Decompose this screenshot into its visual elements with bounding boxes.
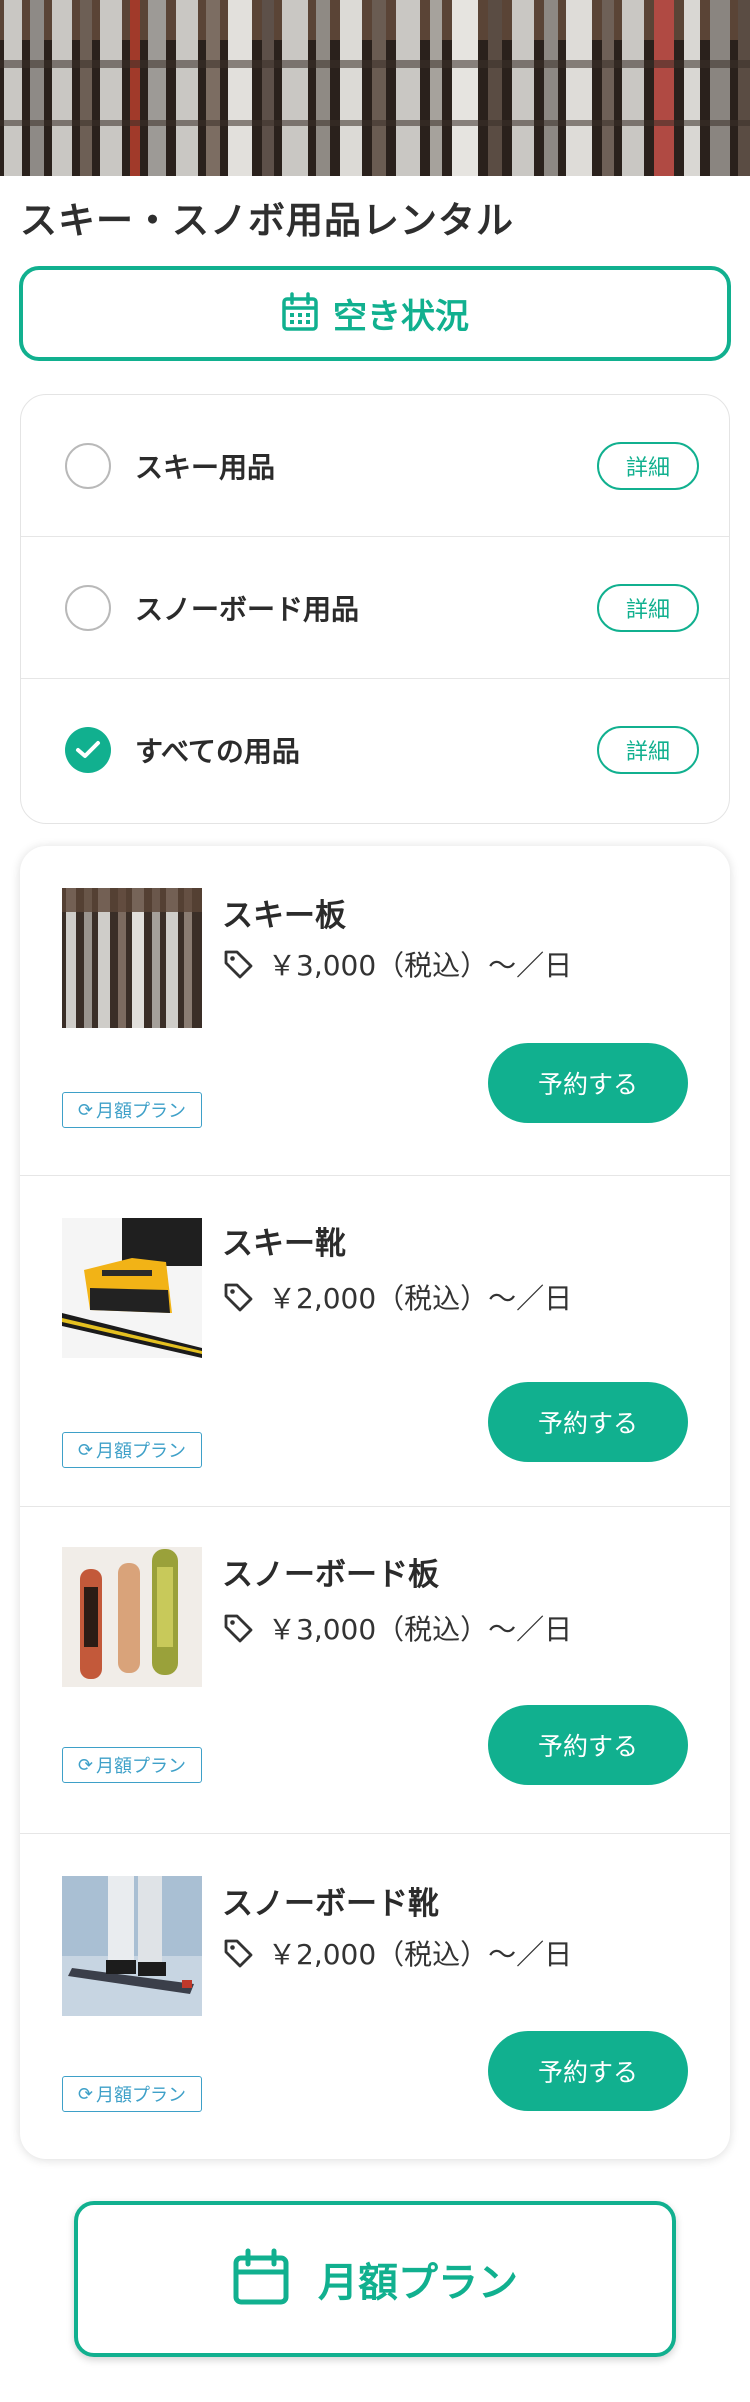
product-thumbnail-snowboarder (62, 1876, 202, 2016)
monthly-plan-badge: ⟳ 月額プラン (62, 1432, 202, 1468)
calendar-icon (232, 2248, 290, 2310)
category-option-all[interactable]: すべての用品 詳細 (21, 679, 729, 821)
page-title: スキー・スノボ用品レンタル (20, 199, 514, 242)
detail-button[interactable]: 詳細 (597, 726, 699, 774)
product-name: スノーボード靴 (222, 1886, 439, 1922)
category-option-ski[interactable]: スキー用品 詳細 (21, 395, 729, 537)
product-list: スキー板 ￥3,000（税込）〜／日 予約する ⟳ 月額プラン スキー靴 ￥2,… (20, 846, 730, 2159)
product-name: スキー靴 (222, 1226, 346, 1262)
product-item: スキー靴 ￥2,000（税込）〜／日 予約する ⟳ 月額プラン (20, 1176, 730, 1507)
category-list: スキー用品 詳細 スノーボード用品 詳細 すべての用品 詳細 (20, 394, 730, 824)
price-tag-icon (224, 950, 253, 979)
price-text: ￥2,000（税込）〜／日 (268, 1938, 573, 1971)
monthly-plan-badge: ⟳ 月額プラン (62, 1747, 202, 1783)
calendar-icon (281, 291, 319, 336)
product-price: ￥3,000（税込）〜／日 (222, 944, 572, 984)
hero-image (0, 0, 750, 176)
availability-button[interactable]: 空き状況 (19, 266, 731, 361)
plan-badge-label: 月額プラン (96, 1756, 187, 1777)
monthly-plan-badge: ⟳ 月額プラン (62, 2076, 202, 2112)
product-item: スキー板 ￥3,000（税込）〜／日 予約する ⟳ 月額プラン (20, 846, 730, 1176)
category-label: スノーボード用品 (135, 592, 360, 626)
reserve-button[interactable]: 予約する (488, 2031, 688, 2111)
reserve-button[interactable]: 予約する (488, 1382, 688, 1462)
plan-badge-label: 月額プラン (96, 2085, 187, 2106)
price-tag-icon (224, 1939, 253, 1968)
category-label: スキー用品 (135, 450, 276, 484)
product-price: ￥3,000（税込）〜／日 (222, 1608, 572, 1648)
repeat-icon: ⟳ (77, 2083, 94, 2105)
product-name: スノーボード板 (222, 1557, 439, 1593)
monthly-plan-label: 月額プラン (318, 2260, 518, 2306)
product-item: スノーボード板 ￥3,000（税込）〜／日 予約する ⟳ 月額プラン (20, 1507, 730, 1834)
product-thumbnail-ski-boot (62, 1218, 202, 1358)
price-tag-icon (224, 1614, 253, 1643)
monthly-plan-button[interactable]: 月額プラン (74, 2201, 676, 2357)
repeat-icon: ⟳ (77, 1439, 94, 1461)
price-text: ￥3,000（税込）〜／日 (268, 1613, 573, 1646)
price-tag-icon (224, 1283, 253, 1312)
checkmark-icon (76, 741, 100, 758)
radio-button[interactable] (65, 584, 111, 631)
repeat-icon: ⟳ (77, 1099, 94, 1121)
availability-label: 空き状況 (333, 297, 469, 337)
detail-button[interactable]: 詳細 (597, 441, 699, 490)
radio-button-checked[interactable] (65, 727, 111, 773)
reserve-button[interactable]: 予約する (488, 1043, 688, 1123)
price-text: ￥2,000（税込）〜／日 (268, 1282, 573, 1315)
product-name: スキー板 (222, 898, 346, 934)
product-price: ￥2,000（税込）〜／日 (222, 1277, 572, 1317)
category-option-snowboard[interactable]: スノーボード用品 詳細 (21, 537, 729, 679)
product-thumbnail-snowboards (62, 1547, 202, 1687)
radio-button[interactable] (65, 442, 111, 489)
category-label: すべての用品 (135, 735, 300, 768)
detail-button[interactable]: 詳細 (597, 583, 699, 632)
plan-badge-label: 月額プラン (96, 1441, 187, 1462)
price-text: ￥3,000（税込）〜／日 (268, 949, 573, 982)
plan-badge-label: 月額プラン (96, 1101, 187, 1122)
reserve-button[interactable]: 予約する (488, 1705, 688, 1785)
repeat-icon: ⟳ (77, 1754, 94, 1776)
monthly-plan-badge: ⟳ 月額プラン (62, 1092, 202, 1128)
product-thumbnail-skis (62, 888, 202, 1028)
product-item: スノーボード靴 ￥2,000（税込）〜／日 予約する ⟳ 月額プラン (20, 1834, 730, 2159)
product-price: ￥2,000（税込）〜／日 (222, 1933, 572, 1973)
